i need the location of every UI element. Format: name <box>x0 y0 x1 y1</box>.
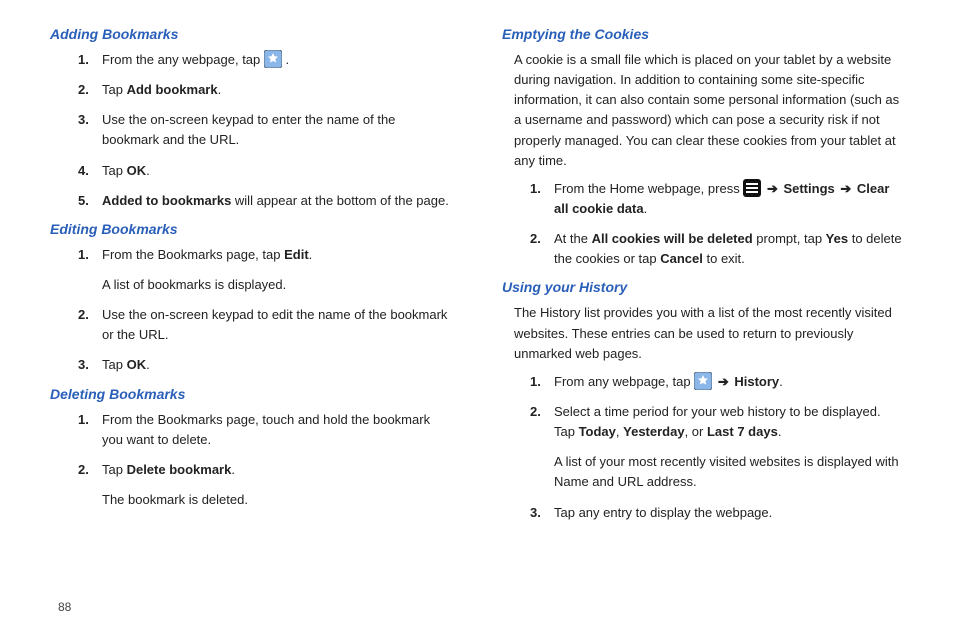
list-item: From the Bookmarks page, tap Edit. A lis… <box>78 245 452 295</box>
step-text: From the Bookmarks page, touch and hold … <box>102 412 430 447</box>
steps-editing-bookmarks: From the Bookmarks page, tap Edit. A lis… <box>78 245 452 376</box>
list-item: At the All cookies will be deleted promp… <box>530 229 904 269</box>
step-text: . <box>146 163 150 178</box>
step-text: At the <box>554 231 592 246</box>
heading-editing-bookmarks: Editing Bookmarks <box>50 221 452 237</box>
step-text: . <box>231 462 235 477</box>
steps-adding-bookmarks: From the any webpage, tap . Tap Add book… <box>78 50 452 211</box>
bookmark-star-icon <box>694 372 712 390</box>
step-bold: Edit <box>284 247 309 262</box>
arrow-icon: ➔ <box>835 181 857 196</box>
list-item: Tap any entry to display the webpage. <box>530 503 904 523</box>
step-sub: A list of bookmarks is displayed. <box>102 275 452 295</box>
step-text: From the Bookmarks page, tap <box>102 247 284 262</box>
step-text: . <box>309 247 313 262</box>
step-bold: Yesterday <box>623 424 684 439</box>
list-item: Tap Add bookmark. <box>78 80 452 100</box>
heading-deleting-bookmarks: Deleting Bookmarks <box>50 386 452 402</box>
step-sub: The bookmark is deleted. <box>102 490 452 510</box>
steps-emptying-cookies: From the Home webpage, press ➔ Settings … <box>530 179 904 270</box>
list-item: Tap OK. <box>78 161 452 181</box>
step-bold: All cookies will be deleted <box>592 231 753 246</box>
step-text: . <box>218 82 222 97</box>
step-text: to exit. <box>703 251 745 266</box>
step-text: Tap any entry to display the webpage. <box>554 505 772 520</box>
list-item: Use the on-screen keypad to edit the nam… <box>78 305 452 345</box>
heading-emptying-cookies: Emptying the Cookies <box>502 26 904 42</box>
heading-adding-bookmarks: Adding Bookmarks <box>50 26 452 42</box>
step-bold: Last 7 days <box>707 424 778 439</box>
page-number: 88 <box>58 600 71 614</box>
step-bold: History <box>734 374 779 389</box>
step-text: From the Home webpage, press <box>554 181 743 196</box>
steps-deleting-bookmarks: From the Bookmarks page, touch and hold … <box>78 410 452 511</box>
page-content: Adding Bookmarks From the any webpage, t… <box>0 0 954 573</box>
arrow-icon: ➔ <box>716 374 735 389</box>
step-text: Tap <box>102 462 127 477</box>
para-cookies: A cookie is a small file which is placed… <box>514 50 904 171</box>
step-text: Use the on-screen keypad to enter the na… <box>102 112 395 147</box>
step-bold: Delete bookmark <box>127 462 232 477</box>
step-bold: Cancel <box>660 251 703 266</box>
step-text: Tap <box>102 357 127 372</box>
list-item: From the Home webpage, press ➔ Settings … <box>530 179 904 219</box>
step-text: Tap <box>102 163 127 178</box>
list-item: Select a time period for your web histor… <box>530 402 904 493</box>
step-text: prompt, tap <box>753 231 826 246</box>
step-bold: OK <box>127 357 147 372</box>
list-item: Tap Delete bookmark. The bookmark is del… <box>78 460 452 510</box>
step-text: . <box>778 424 782 439</box>
step-bold: Today <box>579 424 616 439</box>
bookmark-star-icon <box>264 50 282 68</box>
step-bold: Yes <box>826 231 848 246</box>
list-item: Use the on-screen keypad to enter the na… <box>78 110 452 150</box>
menu-icon <box>743 179 761 197</box>
step-text: Tap <box>102 82 127 97</box>
step-sub: A list of your most recently visited web… <box>554 452 904 492</box>
step-bold: Settings <box>783 181 834 196</box>
list-item: Added to bookmarks will appear at the bo… <box>78 191 452 211</box>
heading-using-history: Using your History <box>502 279 904 295</box>
step-bold: Added to bookmarks <box>102 193 231 208</box>
left-column: Adding Bookmarks From the any webpage, t… <box>50 20 452 533</box>
steps-using-history: From any webpage, tap ➔ History. Select … <box>530 372 904 523</box>
step-bold: Add bookmark <box>127 82 218 97</box>
step-text: . <box>779 374 783 389</box>
step-text: will appear at the bottom of the page. <box>231 193 449 208</box>
list-item: From the Bookmarks page, touch and hold … <box>78 410 452 450</box>
arrow-icon: ➔ <box>765 181 784 196</box>
right-column: Emptying the Cookies A cookie is a small… <box>502 20 904 533</box>
step-text: . <box>644 201 648 216</box>
step-text: Use the on-screen keypad to edit the nam… <box>102 307 447 342</box>
step-bold: OK <box>127 163 147 178</box>
list-item: Tap OK. <box>78 355 452 375</box>
step-text: From any webpage, tap <box>554 374 694 389</box>
list-item: From the any webpage, tap . <box>78 50 452 70</box>
para-history: The History list provides you with a lis… <box>514 303 904 363</box>
step-text: From the any webpage, tap <box>102 52 264 67</box>
step-text: . <box>286 52 290 67</box>
step-text: , or <box>685 424 707 439</box>
step-text: . <box>146 357 150 372</box>
list-item: From any webpage, tap ➔ History. <box>530 372 904 392</box>
